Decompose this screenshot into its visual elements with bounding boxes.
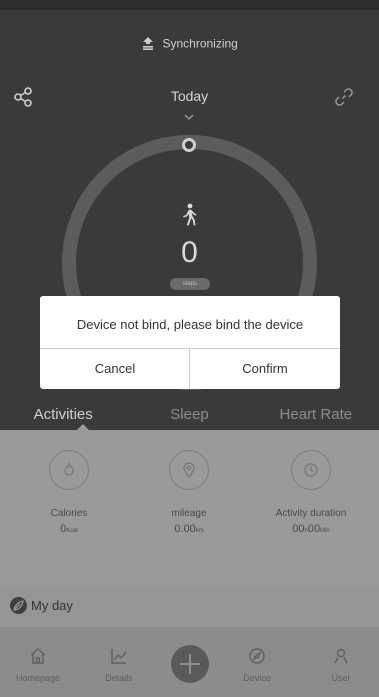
dialog-message: Device not bind, please bind the device: [76, 317, 304, 332]
cancel-button[interactable]: Cancel: [40, 349, 190, 389]
bind-device-dialog: Device not bind, please bind the device …: [40, 296, 340, 389]
app-screen: Synchronizing Today 0 steps Activities S…: [0, 0, 379, 697]
confirm-button[interactable]: Confirm: [190, 349, 340, 389]
